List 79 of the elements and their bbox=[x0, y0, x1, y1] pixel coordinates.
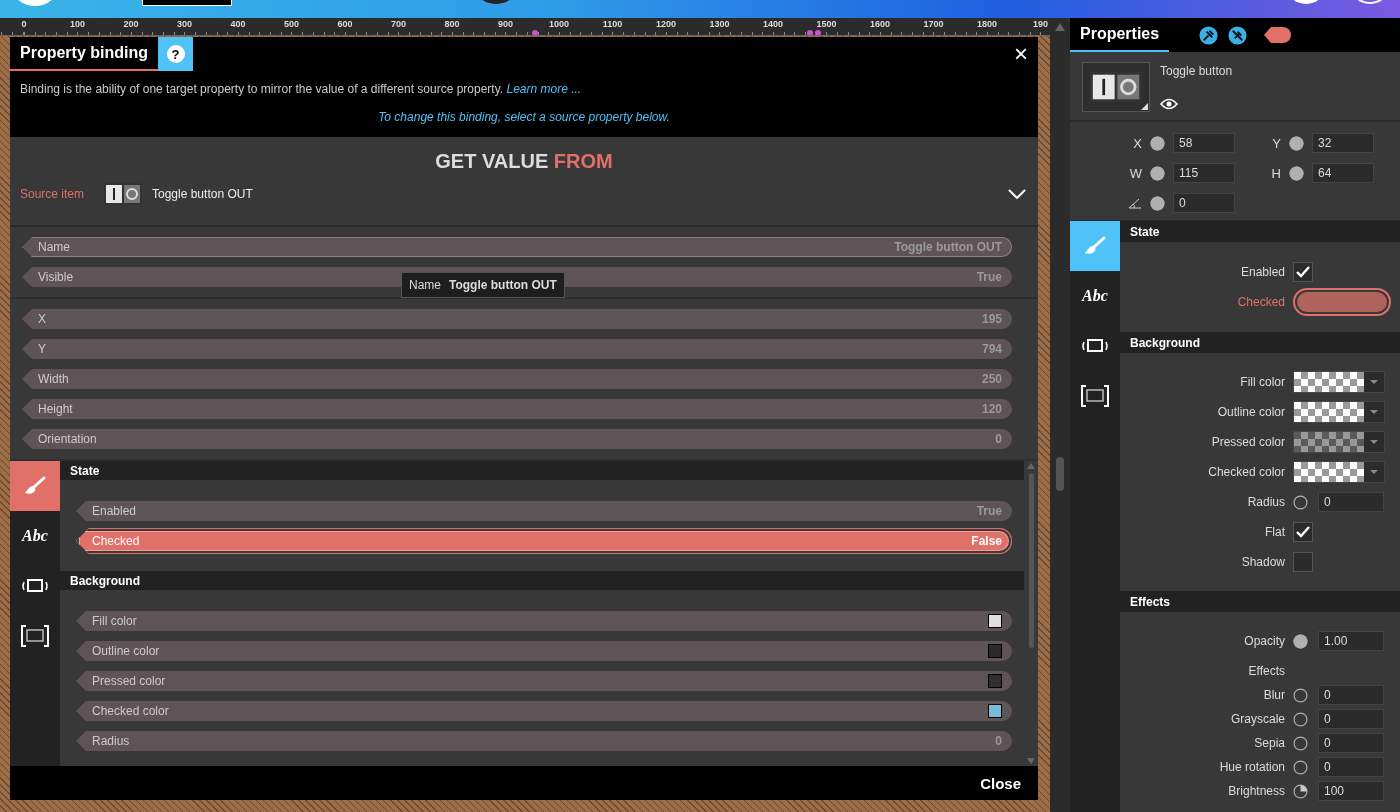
text-style-label: Abc bbox=[1082, 287, 1108, 305]
property-label: Enabled bbox=[1239, 265, 1285, 279]
hint-text: To change this binding, select a source property below. bbox=[377, 110, 671, 124]
property-label: Checked color bbox=[1207, 465, 1285, 479]
ruler-label: 1500 bbox=[815, 19, 838, 29]
property-label: Enabled bbox=[92, 504, 137, 518]
property-label: Sepia bbox=[1253, 736, 1285, 750]
property-label: Width bbox=[38, 372, 69, 386]
property-value: 0 bbox=[995, 432, 1002, 446]
property-label: Checked bbox=[1236, 295, 1285, 309]
property-label: Opacity bbox=[1243, 634, 1285, 648]
field-label: X bbox=[1132, 135, 1142, 151]
ruler-label: 200 bbox=[122, 19, 140, 29]
ruler-label: 800 bbox=[443, 19, 461, 29]
property-value: 794 bbox=[981, 342, 1002, 356]
ruler-label: 1300 bbox=[708, 19, 731, 29]
text-style-label: Abc bbox=[22, 527, 48, 545]
property-label: Visible bbox=[38, 270, 74, 284]
ruler-label: 300 bbox=[176, 19, 193, 29]
ruler-label: 0 bbox=[20, 19, 28, 29]
ruler-label: 1700 bbox=[922, 19, 945, 29]
ruler-label: 1600 bbox=[869, 19, 891, 29]
property-label: Checked bbox=[92, 534, 140, 548]
property-label: Fill color bbox=[92, 614, 137, 628]
property-label: Fill color bbox=[1239, 375, 1285, 389]
property-value: True bbox=[976, 504, 1002, 518]
property-label: X bbox=[38, 312, 46, 326]
ruler-label: 1000 bbox=[548, 19, 570, 29]
property-label: Brightness bbox=[1227, 784, 1285, 798]
section-heading-accent: FROM bbox=[553, 150, 613, 172]
ruler-label: 190 bbox=[1032, 19, 1049, 29]
panel-title: Properties bbox=[1070, 18, 1170, 52]
property-label: Outline color bbox=[92, 644, 160, 658]
property-label: Y bbox=[38, 342, 46, 356]
property-label: Blur bbox=[1262, 688, 1285, 702]
property-label: Orientation bbox=[38, 432, 97, 446]
section-header: State bbox=[60, 461, 1024, 480]
property-label: Checked color bbox=[92, 704, 169, 718]
property-label: Outline color bbox=[1216, 405, 1285, 419]
section-heading: GET VALUE bbox=[435, 150, 549, 172]
field-label: W bbox=[1128, 165, 1142, 181]
property-label: Effects bbox=[1247, 664, 1285, 678]
property-label: Pressed color bbox=[92, 674, 166, 688]
property-value: True bbox=[976, 270, 1002, 284]
field-label: Y bbox=[1271, 135, 1281, 151]
ruler-label: 1100 bbox=[601, 19, 624, 29]
ruler-label: 1400 bbox=[762, 19, 784, 29]
item-name: Toggle button bbox=[1160, 64, 1233, 78]
property-label: Shadow bbox=[1240, 555, 1285, 569]
field-label: H bbox=[1270, 165, 1281, 181]
ruler-label: 500 bbox=[283, 19, 300, 29]
property-value: Toggle button OUT bbox=[894, 240, 1002, 254]
section-header: Background bbox=[60, 571, 1024, 590]
property-label: Height bbox=[38, 402, 73, 416]
property-value: 195 bbox=[981, 312, 1002, 326]
ruler-label: 400 bbox=[229, 19, 247, 29]
section-header: Effects bbox=[1120, 591, 1400, 612]
property-label: Flat bbox=[1264, 525, 1285, 539]
ruler-label: 900 bbox=[497, 19, 514, 29]
ruler-label: 700 bbox=[390, 19, 407, 29]
property-value: 0 bbox=[995, 734, 1002, 748]
ruler-label: 1800 bbox=[976, 19, 998, 29]
property-value: 250 bbox=[981, 372, 1002, 386]
description-text: Binding is the ability of one target property to mirror the value of a different source property. Learn more ... bbox=[19, 81, 583, 96]
property-value: 120 bbox=[981, 402, 1002, 416]
property-label: Name bbox=[38, 240, 70, 254]
ruler-label: 100 bbox=[69, 19, 86, 29]
source-item-name: Toggle button OUT bbox=[152, 187, 253, 201]
source-label: Source item bbox=[20, 187, 86, 201]
section-header: Background bbox=[1120, 332, 1400, 353]
ruler-label: 1200 bbox=[655, 19, 677, 29]
ruler-label: 600 bbox=[336, 19, 354, 29]
property-label: Radius bbox=[92, 734, 130, 748]
section-header: State bbox=[1120, 221, 1400, 242]
property-label: Hue rotation bbox=[1218, 760, 1285, 774]
property-label: Radius bbox=[1246, 495, 1285, 509]
property-label: Pressed color bbox=[1210, 435, 1285, 449]
property-label: Grayscale bbox=[1229, 712, 1285, 726]
property-value: False bbox=[971, 534, 1002, 548]
